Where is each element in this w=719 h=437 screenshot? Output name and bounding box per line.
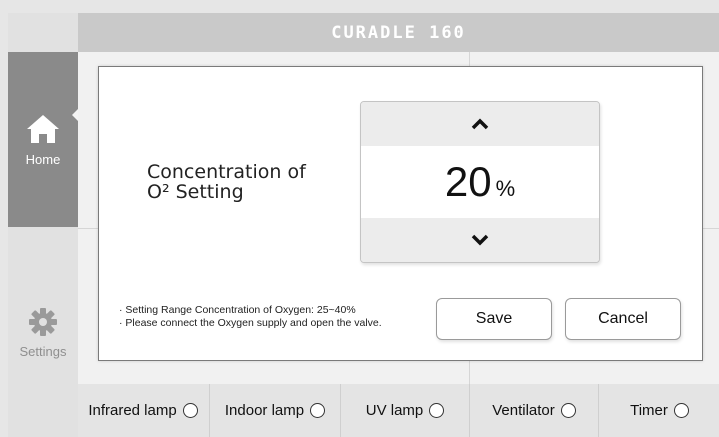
- save-button[interactable]: Save: [436, 298, 552, 340]
- toggle-ventilator[interactable]: Ventilator: [469, 384, 598, 437]
- app-title: CURADLE 160: [78, 13, 719, 52]
- toggle-indicator: [560, 403, 576, 418]
- chevron-up-icon: [471, 115, 489, 134]
- decrease-button[interactable]: [361, 218, 599, 262]
- o2-setting-dialog: Concentration of O² Setting 20 % · Setti…: [98, 66, 703, 361]
- chevron-down-icon: [471, 231, 489, 250]
- dialog-title: Concentration of O² Setting: [147, 161, 306, 203]
- toggle-indicator: [310, 403, 326, 418]
- increase-button[interactable]: [361, 102, 599, 146]
- sidebar-item-label: Home: [25, 151, 61, 167]
- toggle-timer[interactable]: Timer: [598, 384, 719, 437]
- sidebar-item-home[interactable]: Home: [8, 52, 79, 227]
- toggle-indicator: [182, 403, 198, 418]
- toggle-indicator: [429, 403, 445, 418]
- concentration-stepper: 20 %: [360, 101, 600, 263]
- sidebar-item-settings[interactable]: Settings: [8, 228, 78, 437]
- toggle-infrared-lamp[interactable]: Infrared lamp: [78, 384, 208, 437]
- setting-notes: · Setting Range Concentration of Oxygen:…: [119, 304, 382, 329]
- concentration-value: 20 %: [444, 158, 516, 205]
- gear-icon: [28, 307, 58, 340]
- toggle-indicator: [673, 403, 689, 418]
- sidebar-item-label: Settings: [19, 343, 67, 359]
- toggle-indoor-lamp[interactable]: Indoor lamp: [209, 384, 340, 437]
- cancel-button[interactable]: Cancel: [565, 298, 681, 340]
- toggle-uv-lamp[interactable]: UV lamp: [340, 384, 469, 437]
- home-icon: [25, 113, 61, 148]
